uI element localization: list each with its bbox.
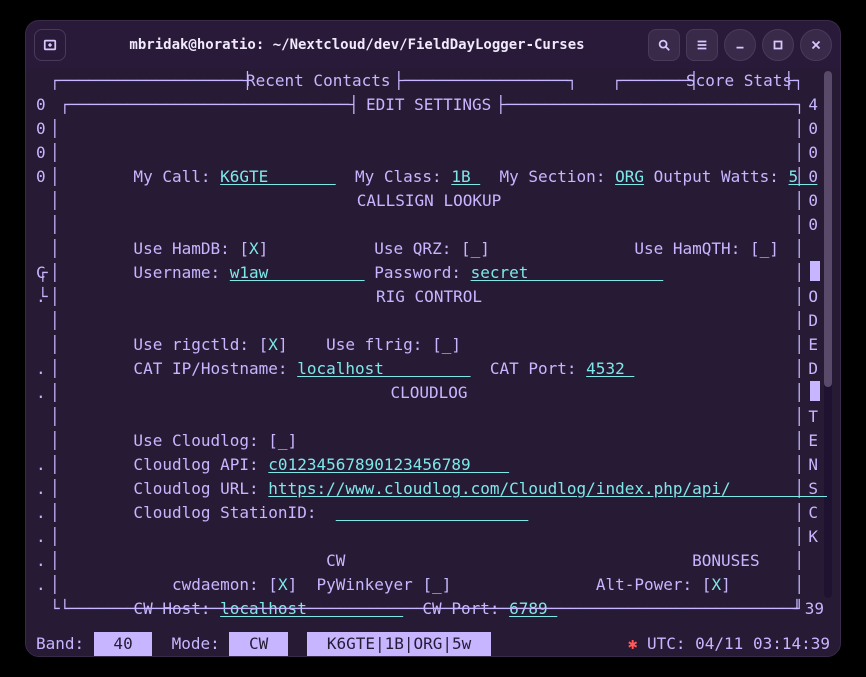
right-col-10: D — [808, 357, 818, 381]
close-button[interactable] — [800, 29, 832, 61]
new-tab-button[interactable] — [34, 29, 66, 61]
status-bar: Band: 40 Mode: CW K6GTE|1B|ORG|5w ✱ UTC:… — [36, 632, 830, 656]
right-col-2: 0 — [808, 141, 818, 165]
mysection-field[interactable]: ORG — [615, 167, 644, 186]
mycall-field[interactable]: K6GTE — [220, 167, 336, 186]
callsign-lookup-title: CALLSIGN LOOKUP — [66, 189, 792, 213]
scrollbar[interactable] — [824, 71, 832, 598]
terminal-body: ┌───────────────────┤ Recent Contacts ├─… — [26, 69, 840, 656]
right-col-0: 4 — [808, 93, 818, 117]
username-field[interactable]: w1aw — [230, 263, 365, 282]
scrollbar-thumb[interactable] — [824, 71, 832, 387]
score-stats-label: Score Stats — [686, 69, 792, 93]
left-col-17: . — [36, 549, 46, 573]
settings-box-bottom: └───────────────────────────────────────… — [36, 597, 830, 621]
left-col-13: . — [36, 453, 46, 477]
rig-options-row: Use rigctld: [X] Use flrig: [_] — [66, 309, 792, 333]
cat-ip-field[interactable]: localhost — [297, 359, 470, 378]
cloudlog-api-row: Cloudlog API: c01234567890123456789 — [66, 429, 792, 453]
cloudlog-station-field[interactable] — [336, 503, 529, 522]
right-col-16: C — [808, 501, 818, 525]
utc-value: 04/11 03:14:39 — [695, 632, 830, 656]
left-col-15: . — [36, 501, 46, 525]
titlebar: mbridak@horatio: ~/Nextcloud/dev/FieldDa… — [26, 21, 840, 69]
right-col-14: N — [808, 453, 818, 477]
right-col-13: E — [808, 429, 818, 453]
right-col-9: E — [808, 333, 818, 357]
watts-field[interactable]: 5 — [788, 167, 817, 186]
left-col-16: . — [36, 525, 46, 549]
password-field[interactable]: secret — [471, 263, 664, 282]
left-col-18: . — [36, 573, 46, 597]
maximize-button[interactable] — [762, 29, 794, 61]
cw-options-row: cwdaemon: [X] PyWinkeyer [_] Alt-Power: … — [66, 549, 792, 573]
settings-box-top: ┌─────────────────────────────┤ EDIT SET… — [36, 93, 830, 117]
mycall-row: My Call: K6GTE My Class: 1B My Section: … — [66, 141, 792, 165]
edit-settings-label: EDIT SETTINGS — [366, 93, 491, 117]
username-label: Username: — [124, 263, 230, 282]
cat-port-field[interactable]: 4532 — [586, 359, 634, 378]
right-col-12: T — [808, 405, 818, 429]
left-col-3: 0 — [36, 165, 46, 189]
menu-button[interactable] — [686, 29, 718, 61]
password-label: Password: — [365, 263, 471, 282]
band-value[interactable]: 40 — [94, 632, 153, 656]
cloudlog-title: CLOUDLOG — [66, 381, 792, 405]
window-title: mbridak@horatio: ~/Nextcloud/dev/FieldDa… — [72, 37, 642, 53]
watts-label: Output Watts: — [644, 167, 789, 186]
left-col-10: . — [36, 381, 46, 405]
right-col-17: K — [808, 525, 818, 549]
ident-value: K6GTE|1B|ORG|5w — [307, 632, 491, 656]
cw-host-row: CW Host: localhost CW Port: 6789 — [66, 573, 792, 597]
myclass-field[interactable]: 1B — [451, 167, 480, 186]
left-col-9: . — [36, 357, 46, 381]
rig-control-title: RIG CONTROL — [66, 285, 792, 309]
left-col-0: 0 — [36, 93, 46, 117]
utc-label: UTC: — [637, 632, 695, 656]
minimize-button[interactable] — [724, 29, 756, 61]
left-col-2: 0 — [36, 141, 46, 165]
right-highlight-1 — [810, 261, 820, 281]
myclass-label: My Class: — [336, 167, 452, 186]
right-col-7: O — [808, 285, 818, 309]
band-label: Band: — [36, 632, 94, 656]
header-row: ┌───────────────────┤ Recent Contacts ├─… — [36, 69, 830, 93]
mysection-label: My Section: — [480, 167, 615, 186]
mycall-label: My Call: — [124, 167, 220, 186]
right-col-4: 0 — [808, 189, 818, 213]
cat-ip-label: CAT IP/Hostname: — [124, 359, 297, 378]
mode-label: Mode: — [152, 632, 229, 656]
cloudlog-station-label: Cloudlog StationID: — [124, 503, 336, 522]
right-col-8: D — [808, 309, 818, 333]
search-button[interactable] — [648, 29, 680, 61]
use-cloudlog-row: Use Cloudlog: [_] — [66, 405, 792, 429]
terminal-window: mbridak@horatio: ~/Nextcloud/dev/FieldDa… — [25, 20, 841, 657]
mode-value[interactable]: CW — [229, 632, 288, 656]
alert-icon: ✱ — [628, 632, 638, 656]
cat-row: CAT IP/Hostname: localhost CAT Port: 453… — [66, 333, 792, 357]
cw-bonuses-titles: CW BONUSES — [66, 525, 792, 549]
right-col-5: 0 — [808, 213, 818, 237]
left-col-14: . — [36, 477, 46, 501]
cloudlog-station-row: Cloudlog StationID: — [66, 477, 792, 501]
right-highlight-2 — [810, 381, 820, 401]
right-col-1: 0 — [808, 117, 818, 141]
left-col-1: 0 — [36, 117, 46, 141]
cat-port-label: CAT Port: — [471, 359, 587, 378]
lookup-options-row: Use HamDB: [X] Use QRZ: [_] Use HamQTH: … — [66, 213, 792, 237]
cloudlog-url-row: Cloudlog URL: https://www.cloudlog.com/C… — [66, 453, 792, 477]
credentials-row: Username: w1aw Password: secret — [66, 237, 792, 261]
recent-contacts-label: Recent Contacts — [246, 69, 391, 93]
